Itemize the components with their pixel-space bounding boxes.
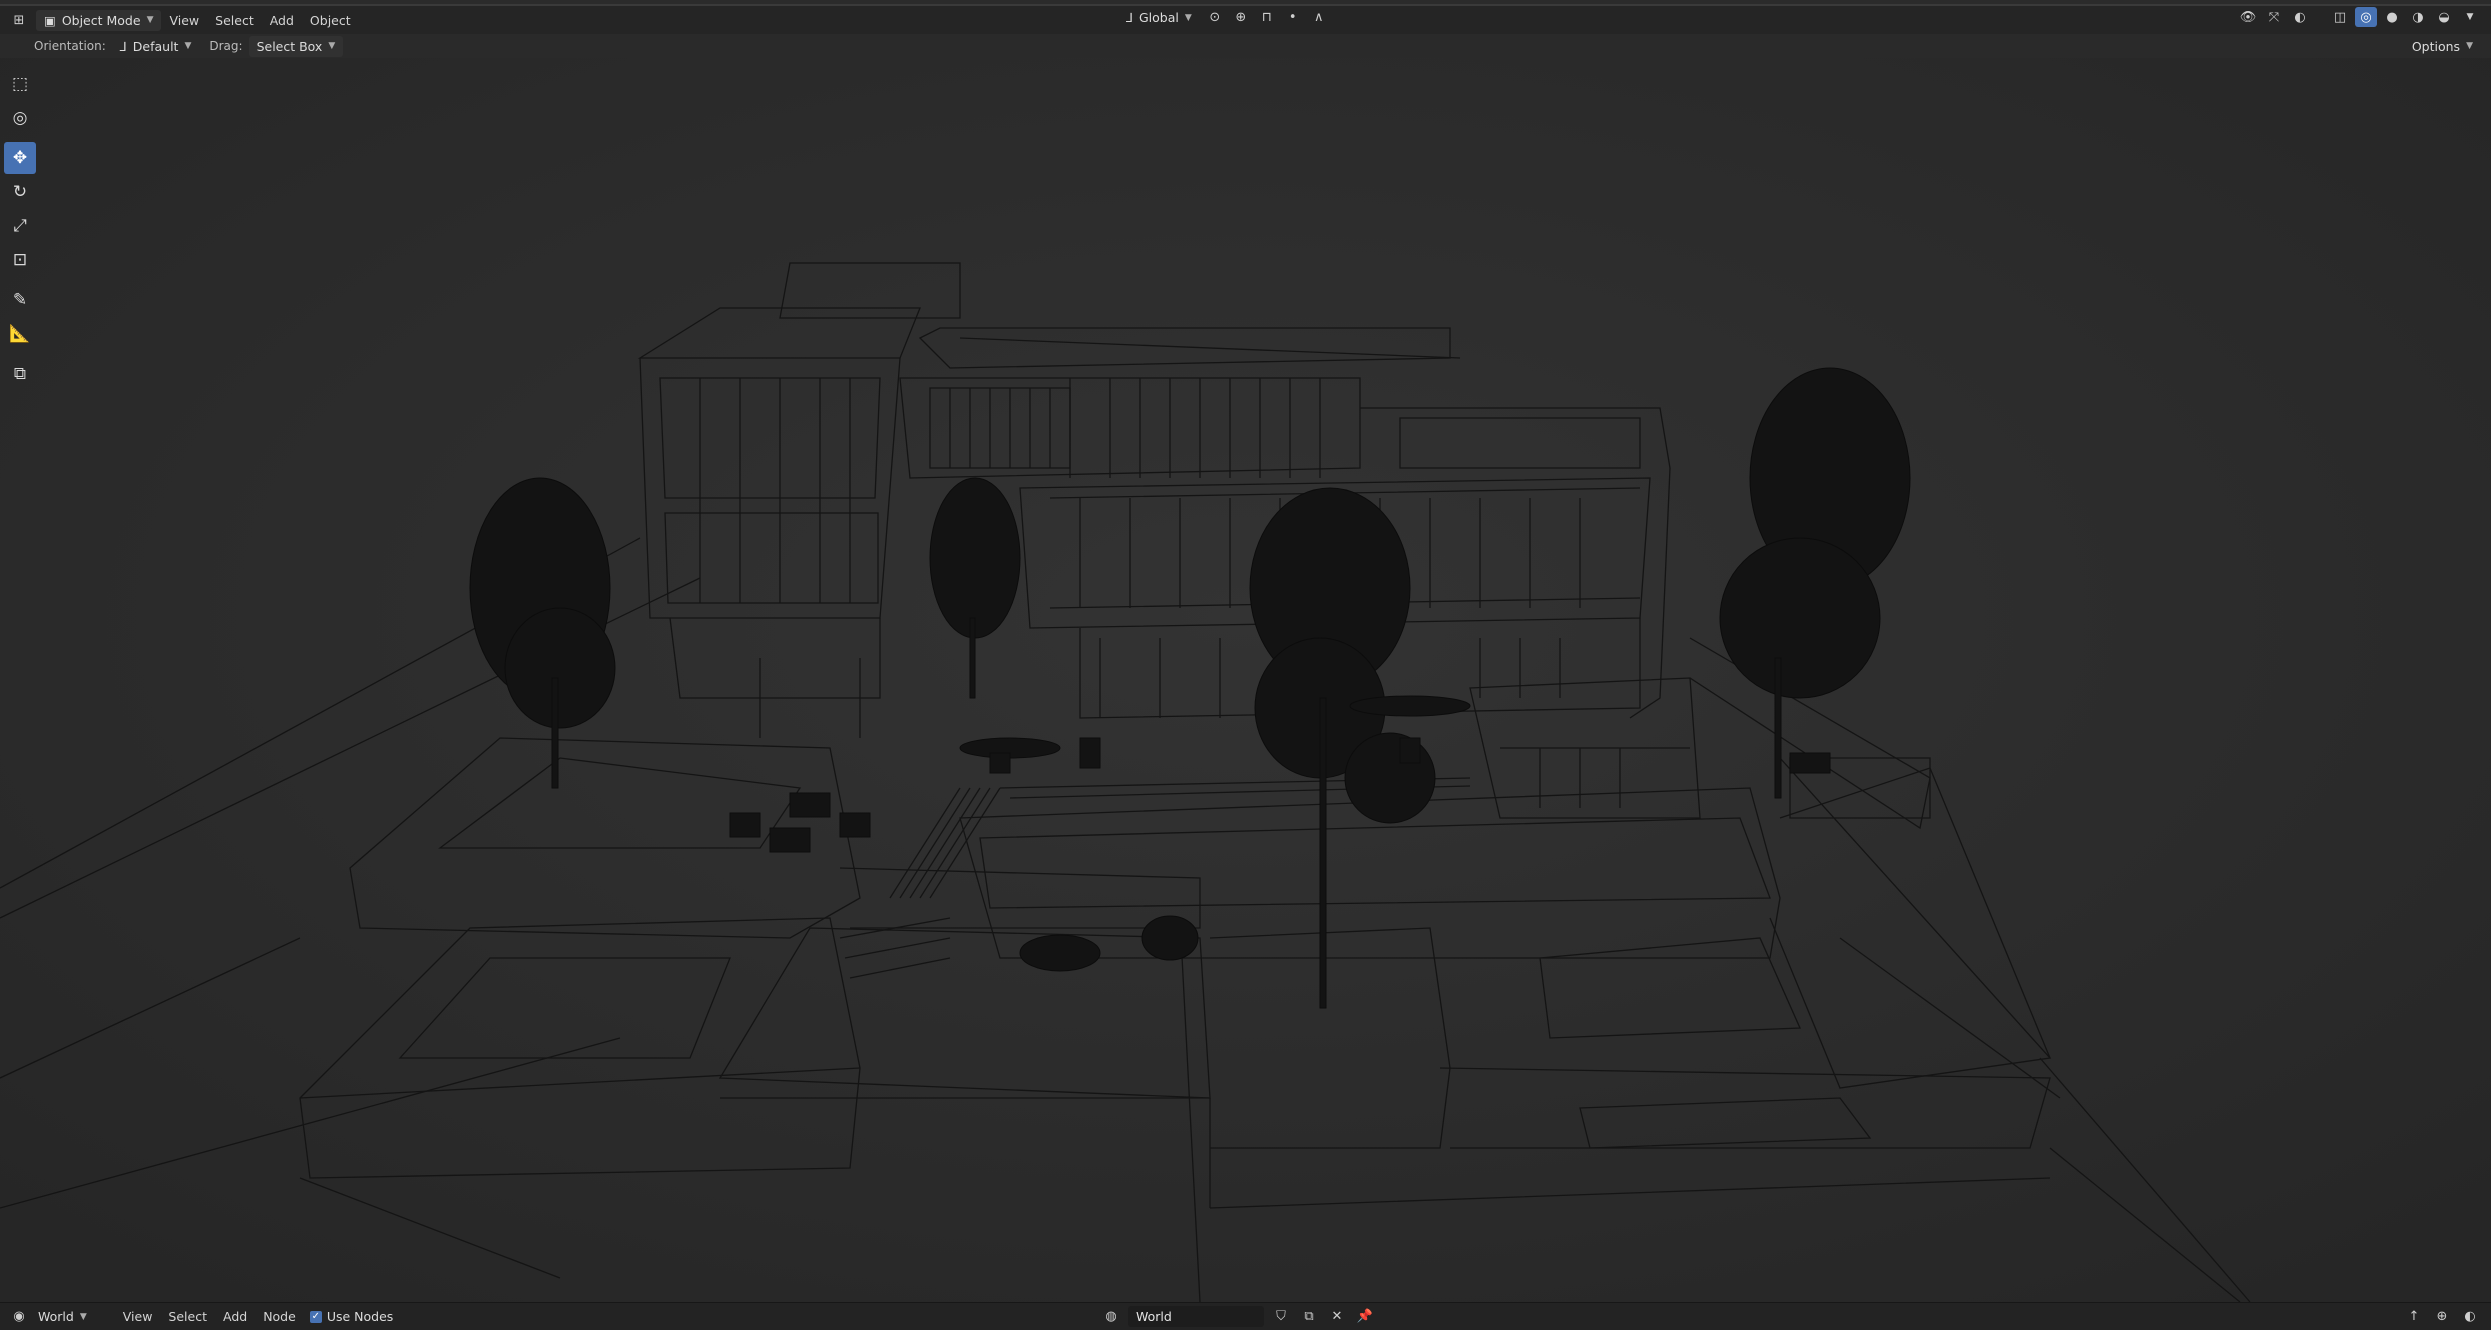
menu-select[interactable]: Select bbox=[207, 9, 262, 32]
overlays-icon[interactable]: ◐ bbox=[2289, 7, 2311, 27]
tool-settings-bar: Orientation: ⅃ Default ▼ Drag: Select Bo… bbox=[0, 34, 2491, 58]
material-shading-icon[interactable]: ◑ bbox=[2407, 7, 2429, 27]
move-icon[interactable]: ✥ bbox=[4, 142, 36, 174]
editor-type-icon[interactable]: ⊞ bbox=[8, 10, 30, 30]
chevron-down-icon: ▼ bbox=[2466, 41, 2473, 51]
proportional-edit-icon[interactable]: • bbox=[1282, 8, 1304, 28]
menu-node[interactable]: Node bbox=[255, 1305, 304, 1328]
orientation-value: Default bbox=[132, 38, 179, 54]
measure-icon[interactable]: 📐 bbox=[4, 318, 36, 350]
use-nodes-checkbox[interactable]: ✓ Use Nodes bbox=[309, 1309, 394, 1324]
transform-icon[interactable]: ⊡ bbox=[4, 244, 36, 276]
falloff-icon[interactable]: ∧ bbox=[1308, 8, 1330, 28]
checkmark-icon: ✓ bbox=[309, 1310, 322, 1323]
overlays-icon[interactable]: ◐ bbox=[2459, 1306, 2481, 1326]
visibility-icon[interactable]: 👁 bbox=[2237, 7, 2259, 27]
fake-user-icon[interactable]: ⛉ bbox=[1270, 1307, 1292, 1327]
close-icon[interactable]: ✕ bbox=[1326, 1307, 1348, 1327]
use-nodes-label: Use Nodes bbox=[326, 1309, 394, 1324]
add-cube-icon[interactable]: ⧉ bbox=[4, 358, 36, 390]
drag-label: Drag: bbox=[209, 39, 243, 53]
bottom-right-controls: ↑ ⊕ ◐ bbox=[2403, 1306, 2481, 1326]
snap-target-icon[interactable]: ⊓ bbox=[1256, 8, 1278, 28]
chevron-down-icon: ▼ bbox=[328, 41, 336, 51]
scale-icon[interactable]: ⤢ bbox=[4, 210, 36, 242]
cursor-icon[interactable]: ◎ bbox=[4, 102, 36, 134]
gizmo-icon[interactable]: ⤧ bbox=[2263, 7, 2285, 27]
axes-icon: ⅃ bbox=[1126, 10, 1133, 25]
world-icon[interactable]: ◉ bbox=[8, 1307, 30, 1327]
world-datablock: ◍ World ⛉ ⧉ ✕ 📌 bbox=[1100, 1306, 1376, 1327]
axes-icon: ⅃ bbox=[119, 38, 127, 54]
orientation-setting-dropdown[interactable]: ⅃ Default ▼ bbox=[112, 36, 200, 57]
menu-view[interactable]: View bbox=[115, 1305, 161, 1328]
menu-object[interactable]: Object bbox=[302, 9, 359, 32]
menu-select[interactable]: Select bbox=[160, 1305, 215, 1328]
chevron-down-icon: ▼ bbox=[79, 1311, 87, 1322]
object-mode-icon: ▣ bbox=[44, 12, 56, 28]
orientation-dropdown[interactable]: ⅃ Global ▼ bbox=[1118, 7, 1200, 28]
options-label: Options bbox=[2411, 38, 2461, 54]
rendered-shading-icon[interactable]: ◒ bbox=[2433, 7, 2455, 27]
xray-icon[interactable]: ◫ bbox=[2329, 7, 2351, 27]
menu-add[interactable]: Add bbox=[215, 1305, 255, 1328]
orientation-label: Global bbox=[1138, 10, 1179, 25]
menu-add[interactable]: Add bbox=[262, 9, 302, 32]
chevron-down-icon[interactable]: ▼ bbox=[2459, 7, 2481, 27]
pin-icon[interactable]: 📌 bbox=[1354, 1307, 1376, 1327]
shader-editor-header: ◉ World ▼ View Select Add Node ✓ Use Nod… bbox=[0, 1302, 2491, 1330]
annotate-icon[interactable]: ✎ bbox=[4, 284, 36, 316]
select-box-icon[interactable]: ⬚ bbox=[4, 68, 36, 100]
parent-node-icon[interactable]: ↑ bbox=[2403, 1306, 2425, 1326]
duplicate-icon[interactable]: ⧉ bbox=[1298, 1307, 1320, 1327]
chevron-down-icon: ▼ bbox=[184, 41, 192, 51]
mode-label: Object Mode bbox=[61, 12, 141, 28]
wireframe-scene bbox=[0, 58, 2491, 1302]
wireframe-shading-icon[interactable]: ◎ bbox=[2355, 7, 2377, 27]
orientation-label: Orientation: bbox=[34, 39, 106, 53]
solid-shading-icon[interactable]: ● bbox=[2381, 7, 2403, 27]
toolbar: ⬚ ◎ ✥ ↻ ⤢ ⊡ ✎ 📐 ⧉ bbox=[4, 68, 38, 390]
mode-dropdown[interactable]: ▣ Object Mode ▼ bbox=[36, 9, 162, 31]
drag-value: Select Box bbox=[256, 38, 323, 54]
menu-view[interactable]: View bbox=[161, 9, 207, 32]
snap-icon[interactable]: ⊕ bbox=[2431, 1306, 2453, 1326]
snap-icon[interactable]: ⊕ bbox=[1230, 8, 1252, 28]
world-name: World bbox=[1136, 1309, 1172, 1324]
chevron-down-icon: ▼ bbox=[146, 15, 154, 25]
world-name-field[interactable]: World bbox=[1128, 1306, 1264, 1327]
3d-viewport[interactable] bbox=[0, 58, 2491, 1302]
drag-dropdown[interactable]: Select Box ▼ bbox=[248, 35, 344, 57]
shader-type-label: World bbox=[38, 1309, 74, 1324]
chevron-down-icon: ▼ bbox=[1184, 12, 1192, 23]
globe-icon[interactable]: ◍ bbox=[1100, 1307, 1122, 1327]
viewport-display-controls: 👁 ⤧ ◐ ◫ ◎ ● ◑ ◒ ▼ bbox=[2237, 7, 2481, 27]
rotate-icon[interactable]: ↻ bbox=[4, 176, 36, 208]
options-dropdown[interactable]: Options ▼ bbox=[2404, 36, 2481, 57]
pivot-icon[interactable]: ⊙ bbox=[1204, 8, 1226, 28]
transform-controls: ⅃ Global ▼ ⊙ ⊕ ⊓ • ∧ bbox=[1118, 7, 1330, 28]
shader-type-dropdown[interactable]: World ▼ bbox=[30, 1306, 95, 1327]
